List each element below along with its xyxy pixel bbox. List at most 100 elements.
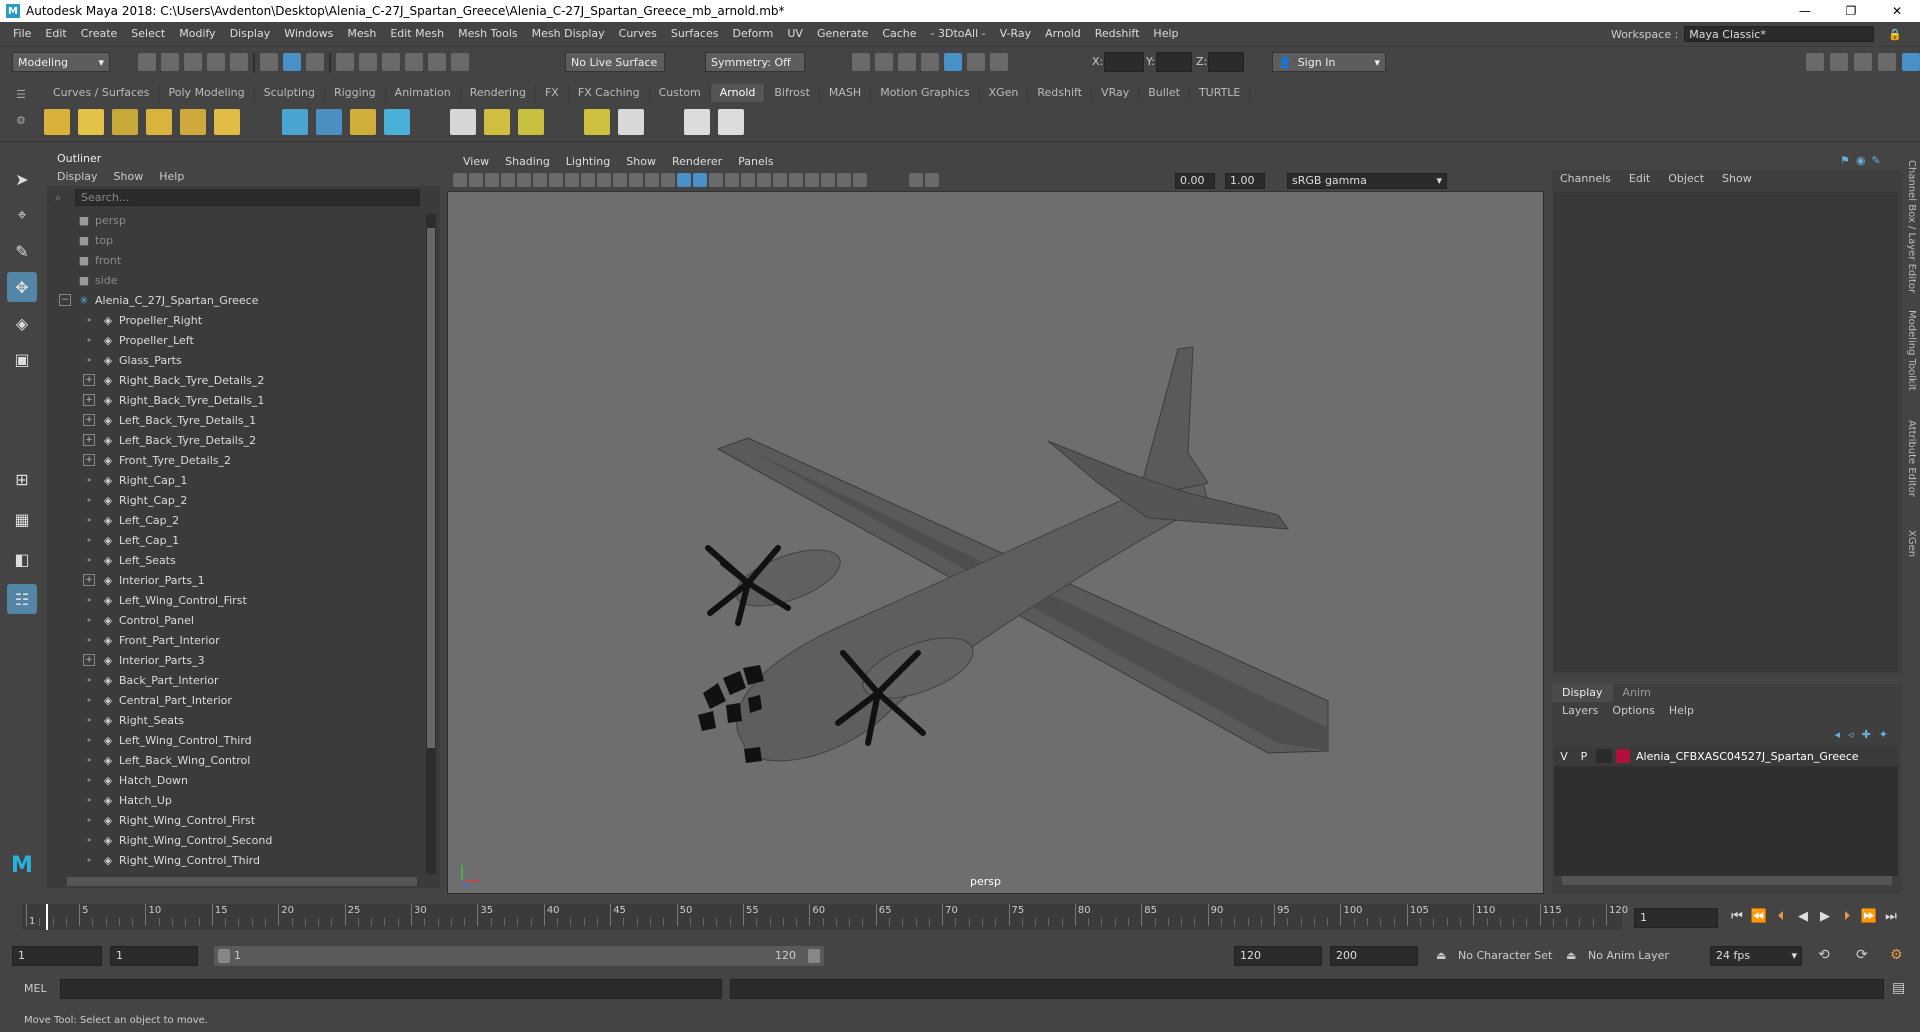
outliner-item[interactable]: + ◈ Front_Tyre_Details_2 (47, 450, 425, 470)
arnold-help-icon[interactable] (618, 109, 644, 135)
render-icon[interactable] (718, 109, 744, 135)
safe-action-icon[interactable] (629, 173, 643, 187)
outliner-item[interactable]: • ◈ Left_Back_Wing_Control (47, 750, 425, 770)
current-time-indicator[interactable] (46, 904, 48, 930)
wireframe-icon[interactable] (661, 173, 675, 187)
tx-manager-icon[interactable] (450, 109, 476, 135)
gamma-field[interactable]: 1.00 (1225, 173, 1265, 189)
menu-redshift[interactable]: Redshift (1088, 27, 1147, 40)
film-gate-icon[interactable] (565, 173, 579, 187)
outliner-item[interactable]: • ◈ Right_Wing_Control_Second (47, 830, 425, 850)
area-light-icon[interactable] (44, 109, 70, 135)
outliner-item[interactable]: + ◈ Left_Back_Tyre_Details_1 (47, 410, 425, 430)
menu-3dtoall[interactable]: - 3DtoAll - (924, 27, 993, 40)
spot-light-icon[interactable] (112, 109, 138, 135)
scrollbar-thumb[interactable] (427, 228, 435, 748)
script-editor-icon[interactable]: ▤ (1892, 980, 1905, 996)
command-language-label[interactable]: MEL (24, 982, 47, 995)
outliner-root-group[interactable]: − ✳ Alenia_C_27J_Spartan_Greece (47, 290, 425, 310)
snap-curve-icon[interactable] (359, 53, 377, 71)
shelf-tab-curves-surfaces[interactable]: Curves / Surfaces (44, 84, 160, 102)
resolution-gate-icon[interactable] (581, 173, 595, 187)
snap-view-icon[interactable] (405, 53, 423, 71)
layer-tab-display[interactable]: Display (1552, 684, 1613, 702)
snap-surface-icon[interactable] (428, 53, 446, 71)
symmetry-dropdown[interactable]: Symmetry: Off (705, 52, 805, 72)
anim-layer-dropdown[interactable]: No Anim Layer (1588, 949, 1669, 962)
hypershade-icon[interactable] (944, 53, 962, 71)
flush-textures-icon[interactable] (518, 109, 544, 135)
viewport-menu-panels[interactable]: Panels (730, 155, 781, 168)
layer-menu-layers[interactable]: Layers (1562, 702, 1598, 720)
scale-tool-icon[interactable]: ▣ (7, 344, 37, 374)
channelbox-menu-show[interactable]: Show (1722, 170, 1752, 188)
viewport-menu-view[interactable]: View (455, 155, 497, 168)
menu-deform[interactable]: Deform (725, 27, 780, 40)
save-scene-icon[interactable] (184, 53, 202, 71)
use-all-lights-icon[interactable] (725, 173, 739, 187)
render-view-icon[interactable] (967, 53, 985, 71)
menu-windows[interactable]: Windows (277, 27, 340, 40)
collapse-icon[interactable]: − (59, 294, 71, 306)
shelf-menu-icon[interactable]: ☰ (16, 88, 26, 101)
render-sequence-icon[interactable] (875, 53, 893, 71)
move-tool-icon[interactable]: ✥ (7, 272, 37, 302)
outliner-hscrollbar[interactable] (67, 877, 417, 886)
shelf-tab-motion-graphics[interactable]: Motion Graphics (871, 84, 980, 102)
viewport-menu-renderer[interactable]: Renderer (664, 155, 730, 168)
viewport-menu-shading[interactable]: Shading (497, 155, 558, 168)
x-coordinate-field[interactable] (1104, 52, 1144, 72)
move-layer-down-icon[interactable]: ◃ (1848, 728, 1854, 741)
color-space-dropdown[interactable]: sRGB gamma ▾ (1287, 173, 1447, 189)
safe-title-icon[interactable] (645, 173, 659, 187)
outliner-menu-display[interactable]: Display (57, 168, 98, 186)
layer-hscrollbar[interactable] (1562, 876, 1892, 885)
snap-point-icon[interactable] (382, 53, 400, 71)
go-to-end-icon[interactable]: ⏭ (1882, 908, 1900, 926)
aircraft-model[interactable] (448, 153, 1545, 895)
layer-display-type[interactable] (1596, 749, 1612, 763)
shelf-tab-xgen[interactable]: XGen (980, 84, 1029, 102)
menu-cache[interactable]: Cache (875, 27, 923, 40)
menu-mesh[interactable]: Mesh (340, 27, 383, 40)
outliner-item[interactable]: • ◈ Left_Cap_1 (47, 530, 425, 550)
curve-collector-icon[interactable] (384, 109, 410, 135)
outliner-item[interactable]: + ◈ Right_Back_Tyre_Details_2 (47, 370, 425, 390)
range-bar[interactable]: 1 120 (214, 946, 824, 966)
outliner-item[interactable]: • ◈ Central_Part_Interior (47, 690, 425, 710)
layer-visibility-toggle[interactable]: V (1554, 750, 1574, 763)
lock-icon[interactable]: 🔒 (1888, 28, 1902, 41)
channelbox-area[interactable] (1554, 192, 1898, 672)
paint-select-icon[interactable]: ✎ (7, 236, 37, 266)
outliner-item[interactable]: • ◈ Glass_Parts (47, 350, 425, 370)
menu-edit-mesh[interactable]: Edit Mesh (383, 27, 451, 40)
pin-icon[interactable]: ⚑ (1840, 154, 1850, 167)
snap-center-icon[interactable] (451, 53, 469, 71)
new-scene-icon[interactable] (138, 53, 156, 71)
grid-icon[interactable] (549, 173, 563, 187)
rotate-tool-icon[interactable]: ◈ (7, 308, 37, 338)
shelf-tab-turtle[interactable]: TURTLE (1190, 84, 1251, 102)
menu-arnold[interactable]: Arnold (1038, 27, 1088, 40)
current-frame-field[interactable]: 1 (1634, 908, 1718, 928)
select-camera-icon[interactable] (453, 173, 467, 187)
shelf-options-icon[interactable]: ⚙ (16, 114, 26, 127)
outliner-item[interactable]: + ◈ Interior_Parts_3 (47, 650, 425, 670)
outliner-menu-show[interactable]: Show (114, 168, 144, 186)
shelf-tab-rendering[interactable]: Rendering (461, 84, 536, 102)
z-coordinate-field[interactable] (1208, 52, 1244, 72)
outliner-item[interactable]: • ◈ Left_Wing_Control_Third (47, 730, 425, 750)
isolate-select-icon[interactable] (805, 173, 819, 187)
outliner-item[interactable]: • ◈ Left_Seats (47, 550, 425, 570)
outliner-item[interactable]: + ◈ Interior_Parts_1 (47, 570, 425, 590)
outliner-scrollbar[interactable] (426, 214, 436, 874)
step-back-frame-icon[interactable]: ⏴ (1772, 908, 1790, 926)
loop-icon[interactable]: ⟲ (1818, 947, 1830, 963)
viewport-persp[interactable] (447, 152, 1544, 894)
field-chart-icon[interactable] (613, 173, 627, 187)
step-forward-key-icon[interactable]: ⏩ (1860, 908, 1878, 926)
image-plane-icon[interactable] (501, 173, 515, 187)
outliner-item[interactable]: • ◈ Hatch_Up (47, 790, 425, 810)
maximize-button[interactable]: ❐ (1828, 0, 1874, 22)
layer-color-swatch[interactable] (1616, 749, 1630, 763)
